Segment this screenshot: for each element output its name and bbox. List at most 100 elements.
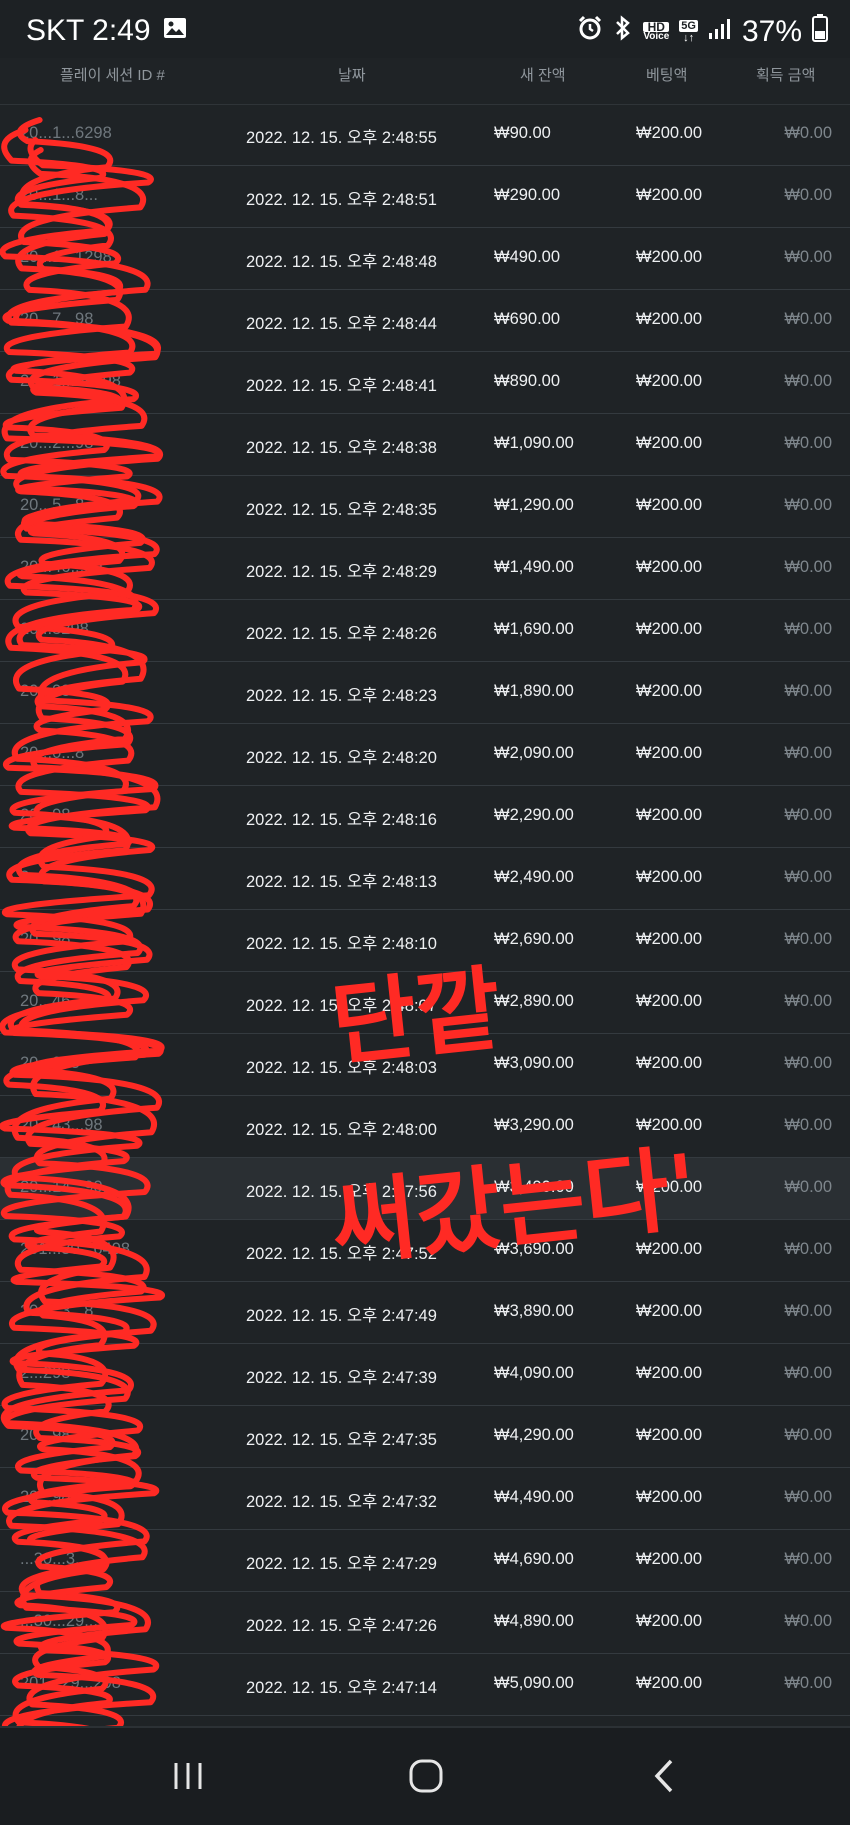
table-row[interactable]: ...30...3... 2022. 12. 15. 오후 2:47:29 ₩4,6… [0,1530,850,1592]
home-icon[interactable] [396,1750,456,1802]
cell-new-balance: ₩890.00 [494,372,561,390]
table-row[interactable]: 20...43...98 2022. 12. 15. 오후 2:48:00 ₩3,2… [0,1096,850,1158]
cell-new-balance: ₩5,090.00 [494,1674,574,1692]
cell-bet: ₩200.00 [636,1612,703,1630]
cell-session-id: 20...5...8 [20,496,85,514]
cell-bet: ₩200.00 [636,186,703,204]
table-row[interactable]: 20...0...8 2022. 12. 15. 오후 2:48:20 ₩2,090… [0,724,850,786]
cell-bet: ₩200.00 [636,1116,703,1134]
cell-new-balance: ₩90.00 [494,124,551,142]
status-bar: SKT 2:49 HD Voice 5G ↓↑ 37% [0,0,850,62]
cell-session-id: ...30...29... [20,1612,98,1630]
cell-winnings: ₩0.00 [784,1054,832,1072]
cell-winnings: ₩0.00 [784,1364,832,1382]
table-row[interactable]: 20...98 2022. 12. 15. 오후 2:47:32 ₩4,490.00… [0,1468,850,1530]
cell-bet: ₩200.00 [636,434,703,452]
table-row[interactable]: 20...1...09298 2022. 12. 15. 오후 2:48:41 ₩8… [0,352,850,414]
cell-winnings: ₩0.00 [784,434,832,452]
cell-winnings: ₩0.00 [784,1550,832,1568]
cell-date: 2022. 12. 15. 오후 2:48:41 [246,377,437,395]
header-session-id: 플레이 세션 ID # [60,67,165,84]
cell-date: 2022. 12. 15. 오후 2:48:48 [246,253,437,271]
table-row[interactable]: 20...46...9... 2022. 12. 15. 오후 2:48:07 ₩2… [0,972,850,1034]
cell-session-id: 2...298 [20,1364,71,1382]
cell-date: 2022. 12. 15. 오후 2:47:26 [246,1617,437,1635]
recent-apps-icon[interactable] [158,1750,218,1802]
table-row[interactable]: 20...98 2022. 12. 15. 오후 2:48:16 ₩2,290.00… [0,786,850,848]
cell-date: 2022. 12. 15. 오후 2:47:52 [246,1245,437,1263]
cell-bet: ₩200.00 [636,1240,703,1258]
table-row[interactable]: 20...8298 2022. 12. 15. 오후 2:48:26 ₩1,690.… [0,600,850,662]
cell-session-id: 20...0...8 [20,744,85,762]
cell-bet: ₩200.00 [636,496,703,514]
cell-session-id: 201...30...6498 [20,1240,131,1258]
back-icon[interactable] [634,1750,694,1802]
cell-date: 2022. 12. 15. 오후 2:47:49 [246,1307,437,1325]
battery-icon [812,14,828,50]
cell-new-balance: ₩4,490.00 [494,1488,574,1506]
cell-winnings: ₩0.00 [784,558,832,576]
cell-bet: ₩200.00 [636,868,703,886]
cell-bet: ₩200.00 [636,1426,703,1444]
cell-bet: ₩200.00 [636,124,703,142]
cell-winnings: ₩0.00 [784,1488,832,1506]
5g-icon: 5G ↓↑ [679,20,698,44]
cell-new-balance: ₩1,090.00 [494,434,574,452]
cell-new-balance: ₩2,690.00 [494,930,574,948]
table-row[interactable]: 201...29...298 2022. 12. 15. 오후 2:47:14 ₩5… [0,1654,850,1716]
cell-session-id: 20...98 [20,1488,71,1506]
cell-session-id: 201...29...298 [20,1674,121,1692]
table-row[interactable]: 20...14...90... 2022. 12. 15. 오후 2:47:56 ₩… [0,1158,850,1220]
table-row[interactable]: 20...2...98 2022. 12. 15. 오후 2:48:38 ₩1,09… [0,414,850,476]
table-row[interactable]: 2...298 2022. 12. 15. 오후 2:47:39 ₩4,090.00… [0,1344,850,1406]
signal-icon [708,15,732,49]
cell-bet: ₩200.00 [636,682,703,700]
status-right: HD Voice 5G ↓↑ 37% [577,14,828,50]
cell-session-id: 20...43...98 [20,1116,103,1134]
cell-date: 2022. 12. 15. 오후 2:48:00 [246,1121,437,1139]
cell-date: 2022. 12. 15. 오후 2:48:55 [246,129,437,147]
table-row[interactable]: 20...1...1298 2022. 12. 15. 오후 2:48:48 ₩49… [0,228,850,290]
cell-new-balance: ₩2,490.00 [494,868,574,886]
cell-winnings: ₩0.00 [784,124,832,142]
cell-bet: ₩200.00 [636,248,703,266]
gallery-icon [163,14,187,48]
table-row[interactable]: 20...1...8... 2022. 12. 15. 오후 2:48:51 ₩29… [0,166,850,228]
table-row[interactable]: 20...98 2022. 12. 15. 오후 2:47:35 ₩4,290.00… [0,1406,850,1468]
cell-date: 2022. 12. 15. 오후 2:48:26 [246,625,437,643]
cell-winnings: ₩0.00 [784,992,832,1010]
table-row[interactable]: 20...1...6298 2022. 12. 15. 오후 2:48:55 ₩90… [0,104,850,166]
cell-winnings: ₩0.00 [784,1178,832,1196]
table-row[interactable]: 201...3...8 2022. 12. 15. 오후 2:47:49 ₩3,89… [0,1282,850,1344]
cell-new-balance: ₩2,290.00 [494,806,574,824]
table-row[interactable]: 20...5...8 2022. 12. 15. 오후 2:48:35 ₩1,290… [0,476,850,538]
table-row[interactable]: 20...298 2022. 12. 15. 오후 2:48:03 ₩3,090.0… [0,1034,850,1096]
cell-date: 2022. 12. 15. 오후 2:47:39 [246,1369,437,1387]
table-row[interactable]: 20...7...98 2022. 12. 15. 오후 2:48:44 ₩690.… [0,290,850,352]
cell-new-balance: ₩1,290.00 [494,496,574,514]
cell-bet: ₩200.00 [636,1550,703,1568]
header-bet: 베팅액 [646,67,688,84]
table-row[interactable]: 20...98 2022. 12. 15. 오후 2:48:10 ₩2,690.00… [0,910,850,972]
table-row[interactable]: ...30...29... 2022. 12. 15. 오후 2:47:26 ₩4,… [0,1592,850,1654]
cell-bet: ₩200.00 [636,558,703,576]
table-row[interactable]: 2... 2022. 12. 15. 오후 2:48:13 ₩2,490.00 ₩20… [0,848,850,910]
table-row[interactable]: 201...30...6498 2022. 12. 15. 오후 2:47:52 ₩… [0,1220,850,1282]
table-row[interactable]: 20...98 2022. 12. 15. 오후 2:48:23 ₩1,890.00… [0,662,850,724]
carrier-time: SKT 2:49 [26,14,151,47]
cell-date: 2022. 12. 15. 오후 2:48:23 [246,687,437,705]
cell-date: 2022. 12. 15. 오후 2:48:51 [246,191,437,209]
cell-date: 2022. 12. 15. 오후 2:47:29 [246,1555,437,1573]
cell-bet: ₩200.00 [636,1302,703,1320]
alarm-icon [577,15,603,49]
cell-new-balance: ₩4,890.00 [494,1612,574,1630]
table-row[interactable]: 20...46...89... 2022. 12. 15. 오후 2:48:29 ₩… [0,538,850,600]
cell-bet: ₩200.00 [636,1054,703,1072]
cell-session-id: ...30...3... [20,1550,89,1568]
cell-session-id: 20...46...89... [20,558,117,576]
cell-new-balance: ₩1,890.00 [494,682,574,700]
cell-date: 2022. 12. 15. 오후 2:48:07 [246,997,437,1015]
cell-new-balance: ₩490.00 [494,248,561,266]
cell-winnings: ₩0.00 [784,620,832,638]
cell-session-id: 20...2...98 [20,434,94,452]
